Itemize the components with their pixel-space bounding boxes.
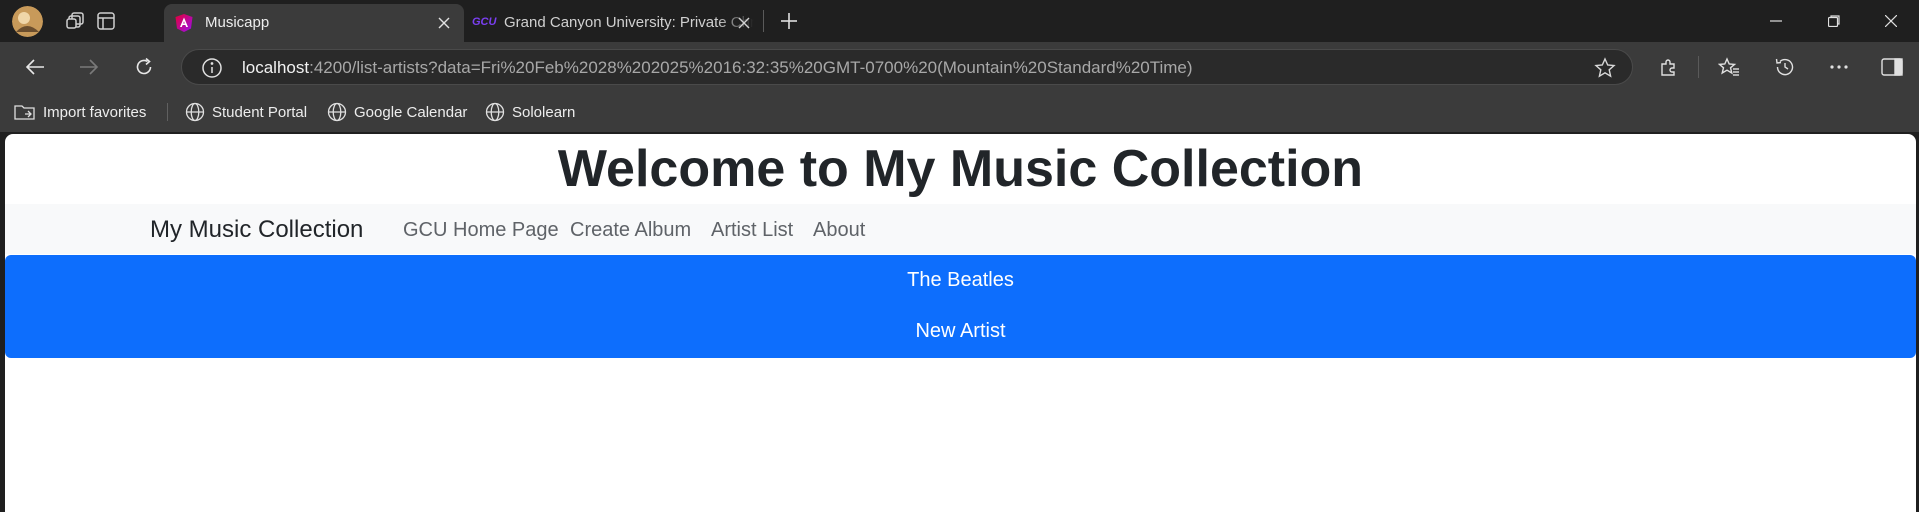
url-host: localhost [242, 58, 310, 77]
fav-label: Sololearn [512, 103, 576, 121]
artist-item[interactable]: The Beatles [5, 255, 1916, 306]
tab-musicapp[interactable]: Musicapp [164, 4, 464, 42]
nav-link-artist-list[interactable]: Artist List [711, 219, 793, 242]
fav-label: Google Calendar [354, 103, 468, 121]
globe-icon [185, 102, 205, 122]
page-title: Welcome to My Music Collection [557, 140, 1364, 198]
close-window-icon[interactable] [1863, 0, 1919, 42]
fav-google-calendar[interactable]: Google Calendar [327, 101, 467, 123]
favorites-divider [167, 103, 168, 121]
fav-label: Import favorites [43, 103, 147, 121]
favorites-icon[interactable] [1713, 51, 1745, 83]
nav-link-gcu-home[interactable]: GCU Home Page [403, 219, 559, 242]
artist-item[interactable]: New Artist [5, 306, 1916, 357]
back-icon[interactable] [19, 51, 51, 83]
profile-avatar[interactable] [12, 6, 43, 37]
sidebar-toggle-icon[interactable] [1876, 51, 1908, 83]
tab-divider [763, 10, 764, 32]
artist-list: The Beatles New Artist [5, 255, 1916, 358]
angular-icon [174, 13, 194, 33]
browser-toolbar: localhost:4200/list-artists?data=Fri%20F… [0, 42, 1919, 92]
close-tab-icon[interactable] [434, 13, 454, 33]
page-viewport: Welcome to My Music Collection My Music … [5, 134, 1916, 512]
tab-title: Grand Canyon University: Private Chri [504, 14, 754, 31]
nav-link-create-album[interactable]: Create Album [570, 219, 691, 242]
tab-title: Musicapp [205, 14, 270, 31]
fav-label: Student Portal [212, 103, 308, 121]
tab-actions-icon[interactable] [93, 8, 119, 34]
refresh-icon[interactable] [128, 51, 160, 83]
gcu-logo-icon: GCU [472, 16, 497, 28]
nav-link-about[interactable]: About [813, 219, 865, 242]
site-info-icon[interactable] [201, 57, 223, 79]
app-navbar: My Music Collection GCU Home Page Create… [5, 204, 1916, 254]
workspaces-icon[interactable] [63, 8, 89, 34]
minimize-icon[interactable] [1748, 0, 1804, 42]
fav-sololearn[interactable]: Sololearn [485, 101, 575, 123]
favorite-star-icon[interactable] [1594, 57, 1616, 79]
import-folder-icon [14, 102, 36, 122]
fav-student-portal[interactable]: Student Portal [185, 101, 307, 123]
toolbar-divider [1698, 56, 1699, 78]
favorites-bar: Import favorites Student Portal Google C… [0, 92, 1919, 132]
forward-icon[interactable] [73, 51, 105, 83]
close-tab-icon[interactable] [734, 13, 754, 33]
globe-icon [485, 102, 505, 122]
more-options-icon[interactable] [1823, 51, 1855, 83]
url-path: :4200/list-artists?data=Fri%20Feb%2028%2… [309, 58, 1193, 77]
tab-strip: Musicapp GCU Grand Canyon University: Pr… [0, 0, 1919, 42]
globe-icon [327, 102, 347, 122]
navbar-brand[interactable]: My Music Collection [150, 216, 363, 244]
url-text: localhost:4200/list-artists?data=Fri%20F… [242, 58, 1193, 78]
new-tab-icon[interactable] [776, 8, 802, 34]
extensions-icon[interactable] [1653, 51, 1685, 83]
restore-icon[interactable] [1806, 0, 1862, 42]
tab-gcu[interactable]: GCU Grand Canyon University: Private Chr… [464, 4, 764, 42]
history-icon[interactable] [1769, 51, 1801, 83]
import-favorites[interactable]: Import favorites [14, 101, 146, 123]
address-bar[interactable]: localhost:4200/list-artists?data=Fri%20F… [181, 49, 1633, 85]
